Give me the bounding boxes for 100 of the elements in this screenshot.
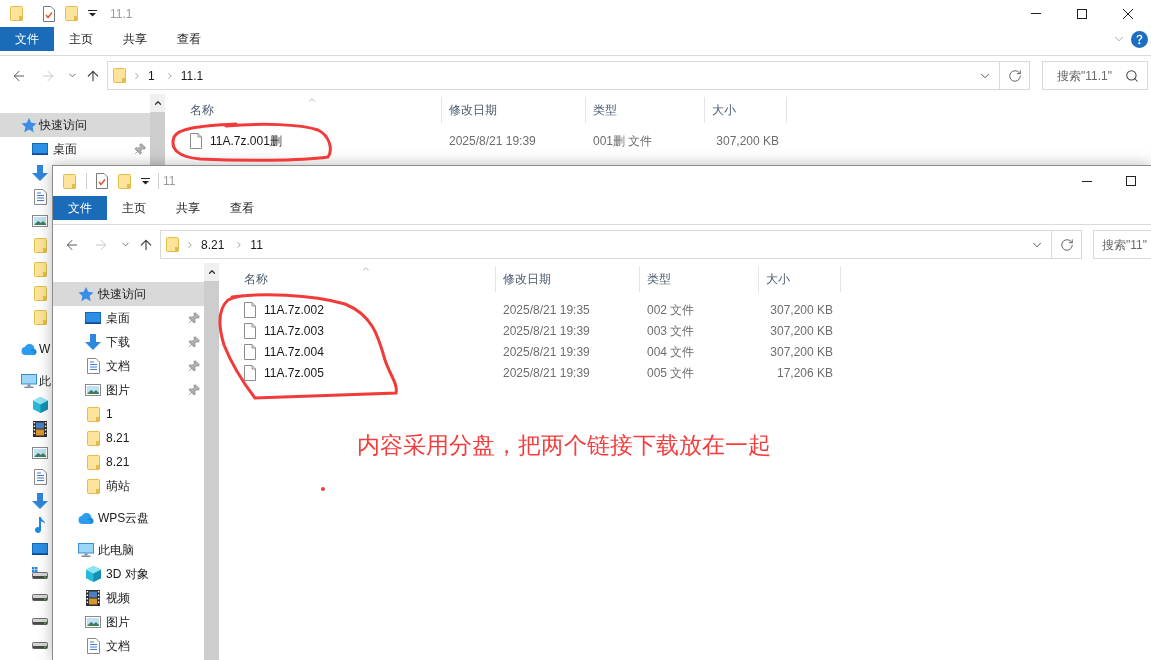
drive-icon [32, 593, 48, 601]
nav-item[interactable]: W [21, 340, 51, 358]
folder-icon [113, 68, 126, 83]
document-icon [33, 469, 47, 485]
music-note-icon [35, 517, 45, 533]
nav-item[interactable]: 图片 [85, 613, 130, 631]
down-arrow-icon [85, 334, 101, 350]
scroll-up-button[interactable] [204, 263, 219, 281]
ribbon-tab[interactable]: 共享 [161, 196, 215, 220]
column-header[interactable]: 类型 [640, 266, 759, 292]
ribbon-tab[interactable]: 查看 [162, 27, 216, 51]
picture-icon [32, 215, 48, 227]
drive-icon [32, 641, 48, 649]
dot-icon [321, 487, 325, 491]
nav-item[interactable]: 此电脑 [78, 541, 134, 559]
column-header[interactable]: 名称 [219, 266, 496, 292]
nav-item[interactable]: 桌面 [32, 140, 77, 158]
column-header[interactable]: 名称 [165, 97, 442, 123]
star-icon [78, 286, 94, 302]
ribbon-tab[interactable]: 文件 [53, 196, 107, 220]
folder-icon [33, 261, 47, 277]
folder-icon [86, 478, 100, 494]
nav-item[interactable]: 视频 [85, 589, 130, 607]
column-header[interactable]: 大小 [759, 266, 841, 292]
file-name[interactable]: 11A.7z.003 [264, 321, 324, 340]
nav-item[interactable]: 8.21 [85, 429, 130, 447]
file-icon [244, 322, 256, 339]
nav-item[interactable]: 下载 [85, 333, 130, 351]
screen-icon [32, 543, 48, 555]
address-bar[interactable]: 8.21 11 [160, 230, 1082, 259]
nav-item[interactable]: 萌站 [85, 477, 130, 495]
file-name[interactable]: 11A.7z.001删 [210, 131, 282, 150]
ribbon-tab[interactable]: 共享 [108, 27, 162, 51]
document-icon [33, 189, 47, 205]
modified-date: 2025/8/21 19:39 [503, 364, 590, 382]
file-name[interactable]: 11A.7z.005 [264, 363, 324, 382]
drive-icon [32, 617, 48, 625]
modified-date: 2025/8/21 19:39 [503, 322, 590, 340]
column-header[interactable]: 类型 [586, 97, 705, 123]
folder-icon[interactable] [65, 6, 78, 21]
breadcrumb-item[interactable]: 8.21 [197, 233, 229, 256]
refresh-icon [1007, 68, 1022, 83]
file-type: 003 文件 [647, 322, 695, 340]
window-title: 11.1 [110, 5, 133, 23]
folder-icon [10, 6, 23, 21]
breadcrumb-item[interactable]: 11 [246, 233, 267, 256]
page-check-icon[interactable] [43, 5, 55, 22]
file-name[interactable]: 11A.7z.002 [264, 300, 324, 319]
ribbon-tab[interactable]: 文件 [0, 27, 54, 51]
window-title: 11 [163, 173, 176, 190]
chevron-right-icon[interactable] [185, 239, 195, 250]
document-icon [86, 638, 100, 654]
scrollbar-thumb[interactable] [150, 112, 165, 165]
page-check-icon[interactable] [96, 173, 108, 189]
folder-icon [33, 237, 47, 253]
help-button[interactable] [1129, 29, 1149, 49]
down-arrow-icon [32, 493, 48, 509]
file-icon [244, 343, 256, 360]
column-header[interactable]: 修改日期 [496, 266, 640, 292]
minimize-icon [1031, 13, 1041, 14]
scroll-up-button[interactable] [150, 94, 165, 112]
file-size: 307,200 KB [770, 301, 833, 319]
scrollbar-thumb[interactable] [204, 281, 219, 660]
nav-item[interactable]: 1 [85, 405, 113, 423]
breadcrumb-item[interactable]: 11.1 [176, 64, 208, 87]
help-icon [1130, 30, 1148, 48]
nav-item[interactable]: 图片 [85, 381, 130, 399]
film-icon [86, 590, 100, 606]
dropdown-arrow-icon[interactable] [88, 10, 97, 17]
search-field[interactable]: 搜索"11" [1093, 230, 1151, 259]
close-icon [1123, 8, 1133, 19]
file-name[interactable]: 11A.7z.004 [264, 342, 324, 361]
nav-item[interactable]: 桌面 [85, 309, 130, 327]
breadcrumb-item[interactable]: 1 [144, 64, 159, 87]
film-icon [33, 421, 47, 437]
nav-item[interactable]: WPS云盘 [78, 509, 150, 527]
chevron-right-icon[interactable] [132, 70, 142, 81]
nav-item[interactable]: 3D 对象 [85, 565, 149, 583]
file-size: 307,200 KB [770, 343, 833, 361]
ribbon-tab[interactable]: 主页 [54, 27, 108, 51]
cube-icon [32, 397, 48, 413]
dropdown-arrow-icon[interactable] [141, 177, 150, 185]
nav-item[interactable]: 文档 [85, 357, 130, 375]
folder-icon[interactable] [118, 173, 131, 189]
nav-item[interactable]: 文档 [85, 637, 130, 655]
maximize-icon [1125, 176, 1136, 186]
nav-item[interactable]: 8.21 [85, 453, 130, 471]
nav-item[interactable]: 快速访问 [0, 113, 150, 137]
ribbon-tab[interactable]: 查看 [215, 196, 269, 220]
column-header[interactable]: 大小 [705, 97, 787, 123]
file-type: 005 文件 [647, 364, 695, 382]
nav-item[interactable]: 快速访问 [53, 282, 204, 306]
ribbon-tab[interactable]: 主页 [107, 196, 161, 220]
column-header[interactable]: 修改日期 [442, 97, 586, 123]
search-field[interactable]: 搜索"11.1" [1042, 61, 1148, 90]
address-bar[interactable]: 1 11.1 [107, 61, 1030, 90]
folder-icon [33, 309, 47, 325]
nav-item[interactable]: 此 [21, 372, 51, 390]
search-icon [1125, 68, 1139, 83]
modified-date: 2025/8/21 19:35 [503, 301, 590, 319]
